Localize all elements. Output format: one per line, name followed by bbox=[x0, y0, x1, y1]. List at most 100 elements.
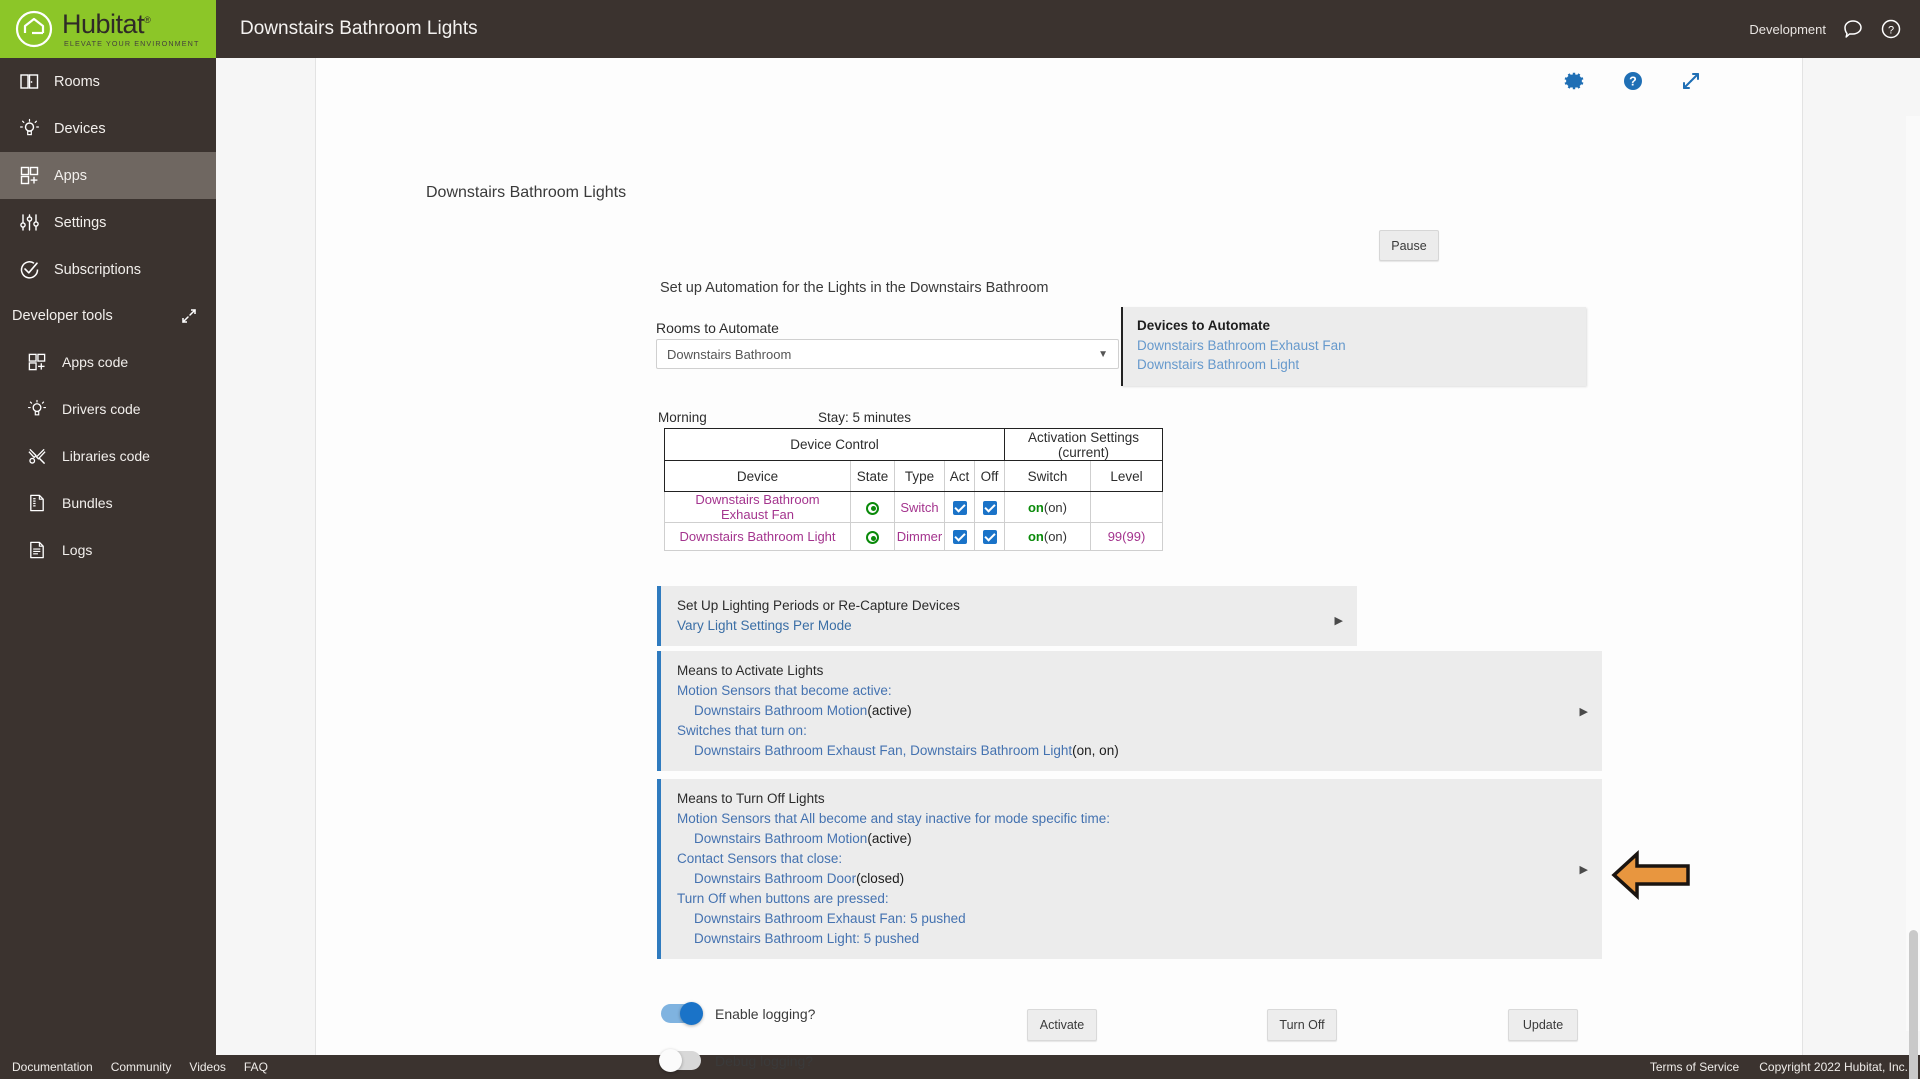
device-link[interactable]: Downstairs Bathroom Light: 5 pushed bbox=[694, 931, 919, 946]
checkbox-checked-icon bbox=[952, 530, 967, 545]
table-head: Device Control Activation Settings (curr… bbox=[664, 428, 1163, 492]
rooms-to-automate-label: Rooms to Automate bbox=[656, 320, 779, 336]
sidebar-item-label: Bundles bbox=[62, 494, 113, 511]
activate-group-item: Downstairs Bathroom Motion(active) bbox=[677, 701, 1602, 721]
device-link[interactable]: Downstairs Bathroom Light bbox=[1137, 355, 1586, 374]
sidebar-item-settings[interactable]: Settings bbox=[0, 199, 216, 246]
switch-setting: on bbox=[1027, 499, 1044, 515]
cell-type[interactable]: Dimmer bbox=[894, 522, 945, 551]
gear-icon[interactable] bbox=[1564, 70, 1586, 92]
turnoff-group-item: Downstairs Bathroom Light: 5 pushed bbox=[677, 929, 1602, 949]
cell-off-checkbox[interactable] bbox=[974, 491, 1005, 523]
cell-type[interactable]: Switch bbox=[894, 491, 945, 523]
scrollbar-thumb[interactable] bbox=[1909, 930, 1918, 1079]
table-group-header-row: Device Control Activation Settings (curr… bbox=[664, 428, 1163, 461]
footer-link-terms[interactable]: Terms of Service bbox=[1650, 1060, 1739, 1074]
devices-to-automate-panel: Devices to Automate Downstairs Bathroom … bbox=[1121, 307, 1586, 386]
cell-device-name[interactable]: Downstairs Bathroom Light bbox=[664, 522, 851, 551]
logo-tagline: ELEVATE YOUR ENVIRONMENT bbox=[64, 38, 200, 48]
sidebar-item-bundles[interactable]: Bundles bbox=[0, 479, 216, 526]
expand-triangle-icon[interactable]: ▶ bbox=[1580, 863, 1588, 876]
apps-grid-icon bbox=[18, 165, 40, 187]
sidebar-item-apps-code[interactable]: Apps code bbox=[0, 338, 216, 385]
chevron-down-icon: ▼ bbox=[1098, 348, 1108, 360]
column-header-act: Act bbox=[944, 460, 975, 492]
scrollbar-track[interactable] bbox=[1906, 116, 1920, 1079]
bulb-icon bbox=[26, 398, 48, 420]
device-value: (active) bbox=[867, 831, 912, 846]
main-content: ? Downstairs Bathroom Lights Pause Set u… bbox=[216, 58, 1920, 1079]
expand-triangle-icon[interactable]: ▶ bbox=[1580, 705, 1588, 718]
pause-button[interactable]: Pause bbox=[1379, 230, 1439, 261]
cell-act-checkbox[interactable] bbox=[944, 522, 975, 551]
turnoff-group-heading: Motion Sensors that All become and stay … bbox=[677, 811, 1110, 826]
mode-stay-duration: Stay: 5 minutes bbox=[818, 410, 912, 425]
mode-name: Morning bbox=[658, 410, 707, 425]
sidebar-item-logs[interactable]: Logs bbox=[0, 526, 216, 573]
sidebar-item-drivers-code[interactable]: Drivers code bbox=[0, 385, 216, 432]
cell-switch-value: on(on) bbox=[1004, 491, 1091, 523]
section-link-vary-light-settings[interactable]: Vary Light Settings Per Mode bbox=[677, 616, 1357, 636]
card-action-icons: ? bbox=[1564, 70, 1702, 92]
rooms-selected-value: Downstairs Bathroom bbox=[667, 346, 792, 362]
sidebar-item-rooms[interactable]: Rooms bbox=[0, 58, 216, 105]
enable-logging-toggle[interactable] bbox=[661, 1002, 703, 1025]
bulb-icon bbox=[18, 118, 40, 140]
help-circle-icon[interactable]: ? bbox=[1622, 70, 1644, 92]
turn-off-button[interactable]: Turn Off bbox=[1267, 1009, 1337, 1041]
footer-link-faq[interactable]: FAQ bbox=[244, 1060, 268, 1074]
turnoff-group-item: Downstairs Bathroom Motion(active) bbox=[677, 829, 1602, 849]
sidebar-item-label: Subscriptions bbox=[54, 261, 142, 278]
footer-link-community[interactable]: Community bbox=[111, 1060, 172, 1074]
device-link[interactable]: Downstairs Bathroom Exhaust Fan, Downsta… bbox=[694, 743, 1072, 758]
section-means-to-activate[interactable]: Means to Activate Lights Motion Sensors … bbox=[657, 651, 1602, 771]
cell-device-name[interactable]: Downstairs Bathroom Exhaust Fan bbox=[664, 491, 851, 523]
device-link[interactable]: Downstairs Bathroom Door bbox=[694, 871, 856, 886]
cell-switch-value: on(on) bbox=[1004, 522, 1091, 551]
bundle-file-icon bbox=[26, 492, 48, 514]
debug-logging-toggle[interactable] bbox=[659, 1049, 701, 1072]
cell-act-checkbox[interactable] bbox=[944, 491, 975, 523]
column-header-off: Off bbox=[974, 460, 1005, 492]
device-link[interactable]: Downstairs Bathroom Motion bbox=[694, 703, 867, 718]
sidebar-item-label: Drivers code bbox=[62, 400, 141, 417]
sidebar-item-label: Logs bbox=[62, 541, 93, 558]
cell-off-checkbox[interactable] bbox=[974, 522, 1005, 551]
hubitat-logo[interactable]: Hubitat® ELEVATE YOUR ENVIRONMENT bbox=[0, 0, 216, 58]
device-link[interactable]: Downstairs Bathroom Motion bbox=[694, 831, 867, 846]
sidebar-item-devices[interactable]: Devices bbox=[0, 105, 216, 152]
collapse-arrows-icon[interactable] bbox=[180, 307, 198, 325]
sidebar: Rooms Devices Apps Settings Subscription… bbox=[0, 58, 216, 1055]
body-row: Rooms Devices Apps Settings Subscription… bbox=[0, 58, 1920, 1079]
help-circle-icon[interactable]: ? bbox=[1880, 18, 1902, 40]
top-bar-actions: Development ? bbox=[1749, 0, 1920, 58]
cell-level-value: 99(99) bbox=[1090, 522, 1163, 551]
sidebar-item-subscriptions[interactable]: Subscriptions bbox=[0, 246, 216, 293]
table-row: Downstairs Bathroom Light Dimmer on(on) … bbox=[664, 522, 1163, 551]
device-link[interactable]: Downstairs Bathroom Exhaust Fan: 5 pushe… bbox=[694, 911, 966, 926]
footer-link-videos[interactable]: Videos bbox=[189, 1060, 225, 1074]
column-header-level: Level bbox=[1090, 460, 1163, 492]
svg-text:?: ? bbox=[1629, 75, 1637, 89]
sidebar-item-apps[interactable]: Apps bbox=[0, 152, 216, 199]
update-button[interactable]: Update bbox=[1508, 1009, 1578, 1041]
footer-link-documentation[interactable]: Documentation bbox=[12, 1060, 93, 1074]
activate-button[interactable]: Activate bbox=[1027, 1009, 1097, 1041]
expand-triangle-icon[interactable]: ▶ bbox=[1335, 614, 1343, 627]
state-on-radio-icon bbox=[866, 501, 879, 515]
apps-grid-icon bbox=[26, 351, 48, 373]
section-lighting-periods[interactable]: Set Up Lighting Periods or Re-Capture De… bbox=[657, 586, 1357, 646]
table-column-header-row: Device State Type Act Off Switch Level bbox=[664, 460, 1163, 492]
hubitat-app-window: Hubitat® ELEVATE YOUR ENVIRONMENT Downst… bbox=[0, 0, 1920, 1079]
rooms-to-automate-select[interactable]: Downstairs Bathroom ▼ bbox=[656, 339, 1119, 369]
enable-logging-row: Enable logging? bbox=[661, 1002, 815, 1025]
turnoff-group-item: Downstairs Bathroom Door(closed) bbox=[677, 869, 1602, 889]
document-icon bbox=[26, 539, 48, 561]
device-link[interactable]: Downstairs Bathroom Exhaust Fan bbox=[1137, 336, 1586, 355]
switch-current: (on) bbox=[1043, 529, 1067, 544]
expand-arrows-icon[interactable] bbox=[1680, 70, 1702, 92]
sidebar-item-libraries-code[interactable]: Libraries code bbox=[0, 432, 216, 479]
hubitat-logo-text: Hubitat® ELEVATE YOUR ENVIRONMENT bbox=[62, 10, 200, 48]
section-means-to-turn-off[interactable]: Means to Turn Off Lights Motion Sensors … bbox=[657, 779, 1602, 959]
chat-bubble-icon[interactable] bbox=[1842, 18, 1864, 40]
